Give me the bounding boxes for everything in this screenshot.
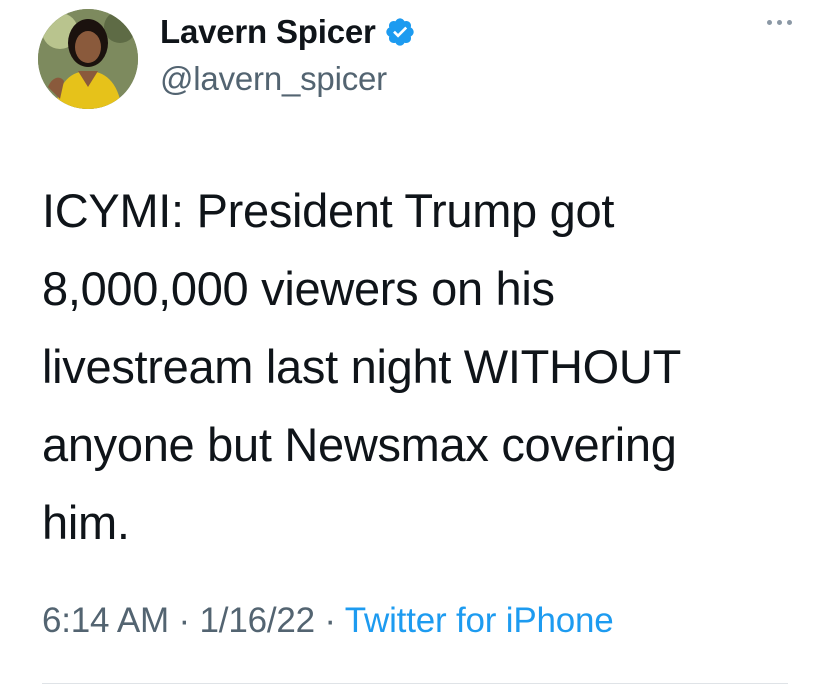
divider bbox=[42, 683, 788, 684]
author-name-row: Lavern Spicer bbox=[160, 10, 416, 54]
tweet-metadata: 6:14 AM · 1/16/22 · Twitter for iPhone bbox=[42, 601, 614, 641]
more-options-icon[interactable] bbox=[767, 20, 792, 25]
tweet-text-line: 8,000,000 viewers on his bbox=[42, 262, 555, 315]
tweet-text-line: livestream last night WITHOUT bbox=[42, 340, 681, 393]
author-display-name[interactable]: Lavern Spicer bbox=[160, 13, 376, 51]
avatar[interactable] bbox=[38, 9, 138, 109]
author-handle[interactable]: @lavern_spicer bbox=[160, 60, 387, 98]
tweet: Lavern Spicer @lavern_spicer ICYMI: Pres… bbox=[0, 0, 828, 691]
tweet-source-link[interactable]: Twitter for iPhone bbox=[345, 601, 614, 640]
tweet-date[interactable]: 1/16/22 bbox=[200, 601, 316, 640]
tweet-time[interactable]: 6:14 AM bbox=[42, 601, 169, 640]
avatar-image bbox=[38, 9, 138, 109]
meta-separator: · bbox=[314, 601, 345, 640]
verified-badge-icon bbox=[384, 16, 416, 48]
tweet-text-line: ICYMI: President Trump got bbox=[42, 184, 615, 237]
tweet-text-line: him. bbox=[42, 496, 130, 549]
tweet-text-line: anyone but Newsmax covering bbox=[42, 418, 677, 471]
tweet-text: ICYMI: President Trump got 8,000,000 vie… bbox=[42, 172, 782, 562]
meta-separator: · bbox=[169, 601, 200, 640]
